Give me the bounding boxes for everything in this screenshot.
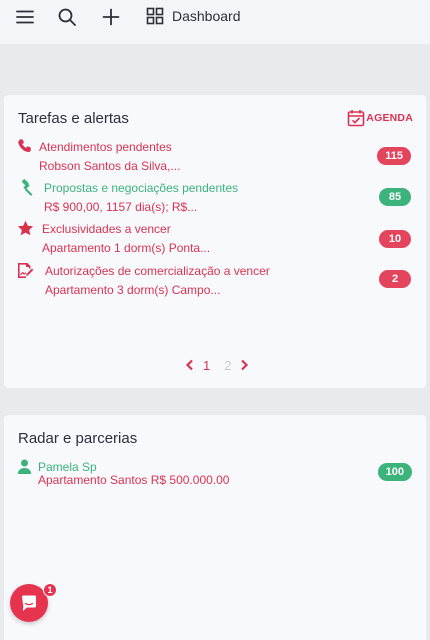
calendar-check-icon xyxy=(347,110,365,127)
chevron-left-icon[interactable] xyxy=(184,359,196,371)
task-label: Atendimentos pendentes xyxy=(39,140,172,154)
chevron-right-icon[interactable] xyxy=(238,359,250,371)
task-sub: Apartamento 1 dorm(s) Ponta... xyxy=(42,241,211,255)
count-badge: 100 xyxy=(377,463,412,481)
count-badge: 85 xyxy=(379,188,411,206)
count-badge: 115 xyxy=(377,147,411,165)
star-icon xyxy=(17,220,34,237)
agenda-label: AGENDA xyxy=(366,112,413,124)
radar-card-title: Radar e parcerias xyxy=(18,430,138,447)
agenda-button[interactable]: AGENDA xyxy=(347,109,413,127)
signature-icon xyxy=(17,262,34,279)
chat-notification-badge: 1 xyxy=(43,583,57,597)
radar-item-sub: Apartamento Santos R$ 500.000.00 xyxy=(38,473,230,487)
dashboard-button[interactable]: Dashboard xyxy=(146,6,241,26)
task-item-expiring-exclusivities[interactable]: Exclusividades a vencer Apartamento 1 do… xyxy=(4,220,426,260)
task-item-pending-proposals[interactable]: Propostas e negociações pendentes R$ 900… xyxy=(4,179,426,219)
chat-icon xyxy=(22,595,36,611)
dashboard-label: Dashboard xyxy=(172,8,241,24)
user-icon xyxy=(17,459,32,474)
task-sub: Apartamento 3 dorm(s) Campo... xyxy=(45,283,221,297)
menu-icon[interactable] xyxy=(14,6,36,28)
tasks-card-title: Tarefas e alertas xyxy=(18,110,129,127)
task-item-expiring-authorizations[interactable]: Autorizações de comercialização a vencer… xyxy=(4,262,426,302)
grid-icon xyxy=(146,7,164,25)
radar-item-name: Pamela Sp xyxy=(38,460,97,474)
task-label: Propostas e negociações pendentes xyxy=(44,181,239,195)
task-sub: R$ 900,00, 1157 dia(s); R$... xyxy=(44,200,198,214)
radar-card: Radar e parcerias Pamela Sp Apartamento … xyxy=(4,415,426,640)
task-label: Exclusividades a vencer xyxy=(42,222,171,236)
tasks-card: Tarefas e alertas AGENDA Atendimentos pe… xyxy=(4,95,426,388)
pagination: 1 2 xyxy=(184,357,250,373)
gavel-icon xyxy=(17,179,34,196)
task-sub: Robson Santos da Silva,... xyxy=(39,159,181,173)
radar-item[interactable]: Pamela Sp Apartamento Santos R$ 500.000.… xyxy=(4,459,426,491)
plus-icon[interactable] xyxy=(100,6,122,28)
page-2[interactable]: 2 xyxy=(224,358,231,373)
task-item-pending-calls[interactable]: Atendimentos pendentes Robson Santos da … xyxy=(4,138,426,178)
top-bar: Dashboard xyxy=(0,0,430,44)
task-label: Autorizações de comercialização a vencer xyxy=(45,264,270,278)
count-badge: 2 xyxy=(379,270,411,288)
count-badge: 10 xyxy=(379,230,411,248)
search-icon[interactable] xyxy=(56,6,78,28)
page-1[interactable]: 1 xyxy=(203,358,210,373)
phone-icon xyxy=(17,138,34,155)
